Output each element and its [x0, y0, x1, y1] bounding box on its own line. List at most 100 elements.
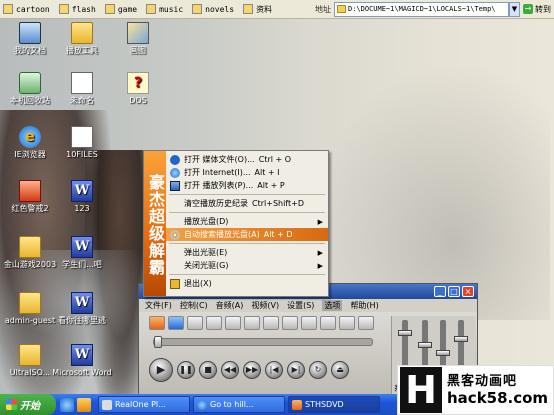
player-menubar: 文件(F) 控制(C) 音频(A) 视频(V) 设置(S) 选项 帮助(H)	[139, 299, 477, 312]
folder-icon	[337, 5, 346, 13]
rewind-icon[interactable]: ◀◀	[221, 361, 239, 379]
maximize-button[interactable]: □	[448, 286, 460, 297]
menu-item-close-drive[interactable]: 关闭光驱(G) ▶	[166, 259, 328, 272]
taskbar-button-realone[interactable]: RealOne Pl...	[98, 396, 190, 413]
menu-audio[interactable]: 音频(A)	[216, 300, 244, 311]
desktop-quicklaunch-icon[interactable]	[77, 397, 91, 412]
desktop-icon-recycle-bin[interactable]: 本机回收站	[0, 72, 60, 106]
quick-tab-game[interactable]: game	[102, 2, 140, 17]
toolbar-icon-8[interactable]	[282, 316, 298, 330]
toolbar-icon-11[interactable]	[339, 316, 355, 330]
desktop-icon-kingsoft-games[interactable]: 金山游戏2003	[0, 236, 60, 270]
desktop-icon-dos[interactable]: ? DOS	[108, 72, 168, 106]
seek-bar[interactable]	[153, 336, 373, 348]
folder-icon	[19, 344, 41, 366]
menu-item-auto-search-disc[interactable]: 自动搜索播放光盘(A) Alt + D	[166, 228, 328, 241]
desktop-icon-123[interactable]: W 123	[52, 180, 112, 214]
slider-knob[interactable]	[454, 336, 468, 342]
quick-tab-flash[interactable]: flash	[56, 2, 99, 17]
word-document-icon: W	[71, 236, 93, 258]
menu-video[interactable]: 视频(V)	[251, 300, 279, 311]
quick-tab-cartoon[interactable]: cartoon	[0, 2, 53, 17]
desktop-icon-admin-guest[interactable]: admin-guest	[0, 292, 60, 326]
exit-icon	[170, 278, 180, 289]
minimize-button[interactable]: _	[434, 286, 446, 297]
seek-knob[interactable]	[154, 336, 162, 348]
address-dropdown-button[interactable]: ▼	[509, 1, 520, 17]
desktop-icon-paint[interactable]: 画图	[108, 22, 168, 56]
menu-item-open-playlist[interactable]: 打开 播放列表(P)... Alt + P	[166, 179, 328, 192]
folder-icon	[104, 4, 115, 14]
menu-item-eject-drive[interactable]: 弹出光驱(E) ▶	[166, 246, 328, 259]
watermark-logo: H	[400, 367, 442, 413]
menu-help[interactable]: 帮助(H)	[350, 300, 378, 311]
slider-knob[interactable]	[398, 330, 412, 336]
player-toolbar	[149, 316, 377, 330]
slider-knob[interactable]	[436, 350, 450, 356]
desktop-icon-untitled[interactable]: 未命名	[52, 72, 112, 106]
open-file-icon[interactable]	[149, 316, 165, 330]
toolbar-icon-4[interactable]	[206, 316, 222, 330]
menu-settings[interactable]: 设置(S)	[287, 300, 314, 311]
play-icon[interactable]: ▶	[149, 358, 173, 382]
pause-icon[interactable]: ❚❚	[177, 361, 195, 379]
taskbar-button-sthsdvd[interactable]: STHSDVD	[288, 396, 380, 413]
toolbar-icon-12[interactable]	[358, 316, 374, 330]
folder-icon	[71, 22, 93, 44]
open-internet-icon[interactable]	[168, 316, 184, 330]
forward-icon[interactable]: ▶▶	[243, 361, 261, 379]
menu-item-play-disc[interactable]: 播放光盘(D) ▶	[166, 215, 328, 228]
address-label: 地址	[315, 4, 331, 14]
toolbar-icon-10[interactable]	[320, 316, 336, 330]
player-icon	[292, 399, 302, 410]
desktop-icon-player-tools[interactable]: 播放工具	[52, 22, 112, 56]
previous-icon[interactable]: |◀	[265, 361, 283, 379]
toolbar-icon-5[interactable]	[225, 316, 241, 330]
close-button[interactable]: ×	[462, 286, 474, 297]
folder-icon	[243, 4, 254, 14]
address-input[interactable]: D:\DOCUME~1\MAGICD~1\LOCALS~1\Temp\	[334, 1, 509, 17]
repeat-icon[interactable]: ↻	[309, 361, 327, 379]
desktop-icon-escape[interactable]: W 看你往哪里逃	[52, 292, 112, 326]
go-button[interactable]: → 转到	[520, 2, 554, 17]
play-icon	[170, 154, 180, 165]
realone-icon	[102, 399, 112, 410]
toolbar-icon-9[interactable]	[301, 316, 317, 330]
menu-file[interactable]: 文件(F)	[145, 300, 172, 311]
quick-tab-music[interactable]: music	[143, 2, 186, 17]
toolbar-icon-3[interactable]	[187, 316, 203, 330]
menu-control[interactable]: 控制(C)	[180, 300, 208, 311]
desktop-icon-red-alert[interactable]: 红色警戒2	[0, 180, 60, 214]
document-icon	[71, 126, 93, 148]
folder-icon	[19, 292, 41, 314]
toolbar-icon-6[interactable]	[244, 316, 260, 330]
menu-item-exit[interactable]: 退出(X)	[166, 277, 328, 290]
menu-item-clear-history[interactable]: 清空播放历史纪录 Ctrl+Shift+D	[166, 197, 328, 210]
desktop-icon-my-documents[interactable]: 我的文档	[0, 22, 60, 56]
stop-icon[interactable]: ■	[199, 361, 217, 379]
desktop-icon-10files[interactable]: 10FILES	[52, 126, 112, 160]
taskbar-button-browser[interactable]: Go to hill...	[193, 396, 285, 413]
desktop-icon-students[interactable]: W 学生们...吧	[52, 236, 112, 270]
menu-separator	[169, 212, 325, 213]
menu-item-open-internet[interactable]: 打开 Internet(I)... Alt + I	[166, 166, 328, 179]
quick-tab-novels[interactable]: novels	[189, 2, 237, 17]
desktop-icon-ie[interactable]: e IE浏览器	[0, 126, 60, 160]
start-button[interactable]: 开始	[0, 394, 56, 415]
quick-tab-materials[interactable]: 资料	[240, 2, 275, 17]
next-icon[interactable]: ▶|	[287, 361, 305, 379]
desktop-icon-microsoft-word[interactable]: W Microsoft Word	[52, 344, 112, 378]
eject-icon[interactable]: ⏏	[331, 361, 349, 379]
desktop-icon-ultraiso[interactable]: UltraISO...	[0, 344, 60, 378]
toolbar-icon-7[interactable]	[263, 316, 279, 330]
menu-separator	[169, 274, 325, 275]
slider-knob[interactable]	[418, 342, 432, 348]
submenu-arrow-icon: ▶	[317, 217, 323, 226]
playlist-icon	[170, 180, 180, 191]
folder-icon	[192, 4, 203, 14]
menu-item-open-media[interactable]: 打开 媒体文件(O)... Ctrl + O	[166, 153, 328, 166]
submenu-arrow-icon: ▶	[317, 248, 323, 257]
ie-quicklaunch-icon[interactable]	[60, 397, 74, 412]
disc-icon	[170, 229, 180, 240]
menu-options[interactable]: 选项	[322, 300, 343, 311]
